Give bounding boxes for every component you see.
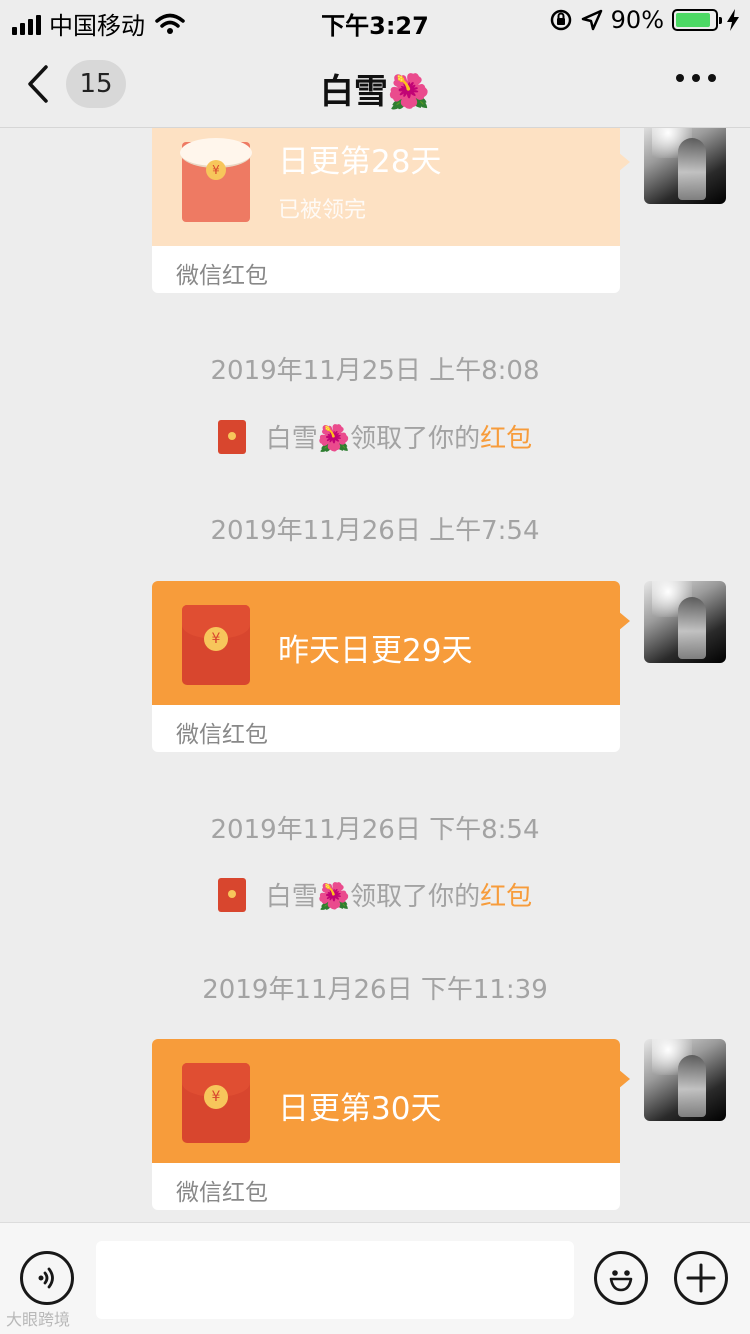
input-bar [0, 1222, 750, 1334]
red-packet-icon: ¥ [182, 605, 250, 685]
bubble-tail [618, 1069, 630, 1089]
message-timestamp: 2019年11月26日 上午7:54 [210, 516, 540, 546]
red-packet-title: 日更第28天 [278, 144, 442, 180]
avatar[interactable] [644, 128, 726, 204]
message-input[interactable] [96, 1241, 574, 1319]
red-packet-body: ¥ 日更第28天 已被领完 [152, 128, 620, 246]
red-packet-message[interactable]: ¥ 日更第28天 已被领完 微信红包 [152, 128, 620, 293]
emoji-button[interactable] [594, 1251, 648, 1305]
red-packet-title: 日更第30天 [278, 1091, 442, 1127]
system-message-text: 白雪🌺领取了你的 [265, 882, 481, 912]
red-packet-mini-icon [217, 419, 246, 454]
status-bar: 中国移动 下午3:27 90% [0, 0, 750, 40]
rotation-lock-icon [550, 9, 571, 31]
red-packet-footer: 微信红包 [152, 246, 620, 293]
watermark: 大眼跨境 [6, 1310, 71, 1329]
more-dot-icon [692, 74, 700, 82]
system-message: 白雪🌺领取了你的红包 [0, 418, 750, 457]
avatar[interactable] [644, 1039, 726, 1121]
red-packet-opened-icon: ¥ [180, 138, 252, 222]
red-packet-title: 昨天日更29天 [278, 633, 473, 669]
avatar[interactable] [644, 581, 726, 663]
status-right: 90% [549, 6, 740, 34]
more-dot-icon [676, 74, 684, 82]
red-packet-message[interactable]: ¥ 日更第30天 微信红包 [152, 1039, 620, 1210]
message-timestamp: 2019年11月26日 下午8:54 [210, 815, 540, 845]
red-packet-icon: ¥ [182, 1063, 250, 1143]
plus-button[interactable] [674, 1251, 728, 1305]
red-packet-body: ¥ 日更第30天 [152, 1039, 620, 1163]
message-timestamp: 2019年11月26日 下午11:39 [202, 975, 548, 1005]
chat-title: 白雪🌺 [319, 72, 431, 112]
emoji-icon [609, 1270, 633, 1292]
plus-icon [686, 1263, 716, 1293]
red-packet-footer: 微信红包 [152, 1163, 620, 1210]
system-message-text: 白雪🌺领取了你的 [265, 424, 481, 454]
bubble-tail [618, 611, 630, 631]
voice-button[interactable] [20, 1251, 74, 1305]
more-options-button[interactable] [676, 74, 716, 82]
red-packet-message[interactable]: ¥ 昨天日更29天 微信红包 [152, 581, 620, 752]
chat-message-list[interactable]: ¥ 日更第28天 已被领完 微信红包 2019年11月25日 上午8:08 白雪… [0, 128, 750, 1222]
red-packet-footer: 微信红包 [152, 705, 620, 752]
system-message: 白雪🌺领取了你的红包 [0, 876, 750, 915]
charging-icon [727, 9, 739, 31]
battery-percent: 90% [610, 6, 664, 34]
voice-icon [38, 1267, 54, 1289]
red-packet-status: 已被领完 [278, 198, 367, 223]
battery-icon [672, 9, 722, 31]
bubble-tail [618, 152, 630, 172]
nav-bar: 15 白雪🌺 [0, 40, 750, 128]
red-packet-link[interactable]: 红包 [480, 424, 532, 454]
message-timestamp: 2019年11月25日 上午8:08 [210, 356, 540, 386]
red-packet-body: ¥ 昨天日更29天 [152, 581, 620, 705]
more-dot-icon [708, 74, 716, 82]
red-packet-link[interactable]: 红包 [480, 882, 532, 912]
red-packet-mini-icon [217, 877, 246, 912]
location-icon [581, 9, 602, 31]
